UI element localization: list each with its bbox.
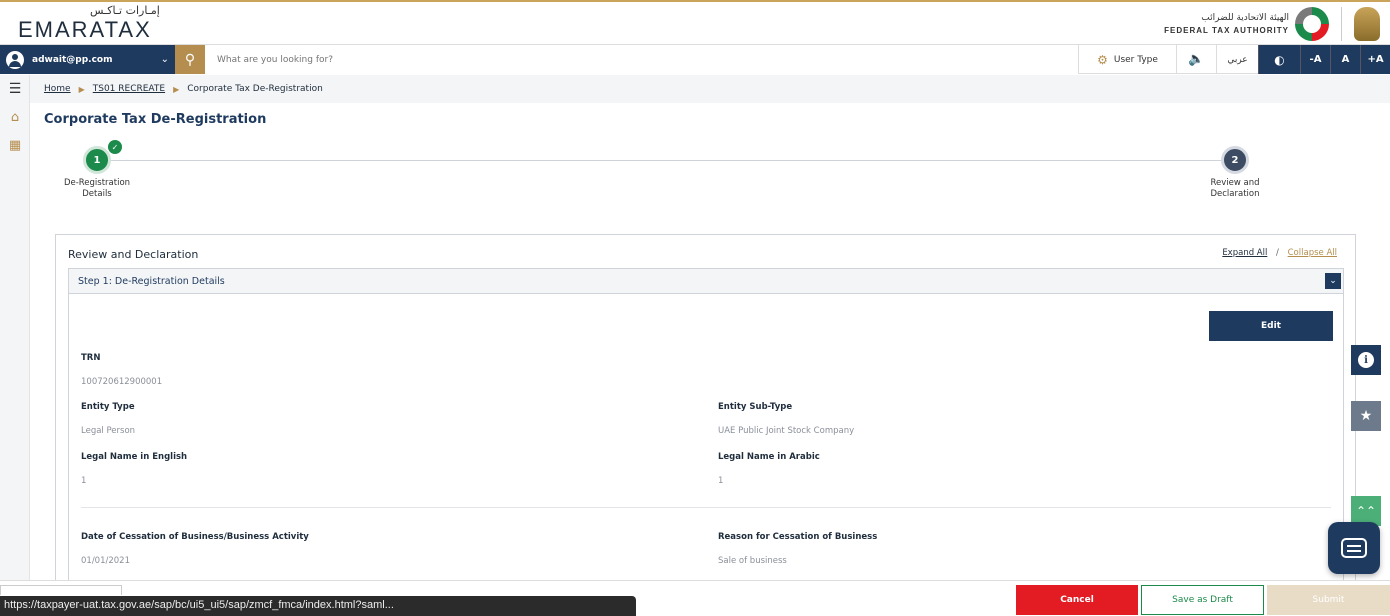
- search-button[interactable]: ⚲: [175, 45, 205, 74]
- home-icon[interactable]: ⌂: [0, 103, 30, 131]
- tool-bar: adwait@pp.com ⌄ ⚲ ⚙ User Type 🔈 عربي ◐ -…: [0, 44, 1390, 74]
- save-as-draft-button[interactable]: Save as Draft: [1141, 585, 1264, 615]
- field-label: Entity Sub-Type: [718, 402, 793, 412]
- uae-emblem-icon: [1354, 7, 1380, 41]
- step-number: 1: [83, 146, 111, 174]
- field-value: 100720612900001: [81, 377, 163, 387]
- font-decrease-button[interactable]: -A: [1300, 45, 1330, 74]
- check-icon: ✓: [108, 140, 122, 154]
- user-type-button[interactable]: ⚙ User Type: [1078, 45, 1176, 74]
- text-to-speech-button[interactable]: 🔈: [1176, 45, 1216, 74]
- links-separator: /: [1276, 248, 1279, 258]
- field-label: Legal Name in English: [81, 452, 188, 462]
- section-body: Edit TRN 100720612900001 Entity Type Leg…: [68, 293, 1344, 585]
- progress-stepper: 1 ✓ De-Registration Details 2 Review and…: [56, 140, 1266, 210]
- apps-grid-icon[interactable]: ▦: [0, 131, 30, 159]
- breadcrumb: Home ▶ TS01 RECREATE ▶ Corporate Tax De-…: [30, 75, 1390, 103]
- breadcrumb-parent[interactable]: TS01 RECREATE: [93, 84, 165, 94]
- chat-icon: [1341, 538, 1367, 558]
- cancel-button[interactable]: Cancel: [1016, 585, 1138, 615]
- fta-branding: الهيئة الاتحادية للضرائب FEDERAL TAX AUT…: [1164, 5, 1380, 43]
- step-label-line: Details: [82, 189, 112, 199]
- logo-arabic: إمـارات تـاكـس: [90, 4, 160, 17]
- step-de-registration-details[interactable]: 1 ✓ De-Registration Details: [52, 140, 142, 200]
- field-label: Legal Name in Arabic: [718, 452, 820, 462]
- field-value: 1: [81, 476, 87, 486]
- font-default-button[interactable]: A: [1330, 45, 1360, 74]
- fta-name-english: FEDERAL TAX AUTHORITY: [1164, 26, 1289, 35]
- browser-status-url: https://taxpayer-uat.tax.gov.ae/sap/bc/u…: [0, 596, 636, 616]
- step-label: Review and Declaration: [1190, 178, 1280, 200]
- field-value: Legal Person: [81, 426, 136, 436]
- section-title: Step 1: De-Registration Details: [78, 275, 225, 287]
- favourite-button[interactable]: ★: [1351, 401, 1381, 431]
- contrast-toggle[interactable]: ◐: [1258, 45, 1300, 74]
- edit-button[interactable]: Edit: [1209, 311, 1333, 341]
- fta-name-arabic: الهيئة الاتحادية للضرائب: [1201, 13, 1289, 23]
- user-type-label: User Type: [1113, 54, 1158, 65]
- field-entity-type: Entity Type Legal Person: [81, 402, 135, 436]
- field-cessation-reason: Reason for Cessation of Business Sale of…: [718, 532, 877, 566]
- stepper-line: [96, 160, 1236, 161]
- review-title: Review and Declaration: [68, 248, 199, 261]
- breadcrumb-current: Corporate Tax De-Registration: [187, 84, 323, 94]
- hamburger-menu-icon[interactable]: ☰: [0, 75, 30, 103]
- double-chevron-up-icon: ⌃⌃: [1355, 504, 1377, 518]
- field-value: Sale of business: [718, 556, 787, 566]
- breadcrumb-home[interactable]: Home: [44, 84, 71, 94]
- search-icon: ⚲: [184, 51, 196, 68]
- left-rail: ☰ ⌂ ▦: [0, 75, 30, 580]
- field-label: Date of Cessation of Business/Business A…: [81, 532, 309, 542]
- review-card: Review and Declaration Expand All / Coll…: [55, 234, 1356, 585]
- user-email: adwait@pp.com: [32, 54, 113, 65]
- step-label-line: De-Registration: [63, 178, 131, 188]
- logo-english: EMARATAX: [18, 17, 152, 42]
- speaker-icon: 🔈: [1188, 52, 1205, 67]
- chevron-down-icon[interactable]: ⌄: [1325, 273, 1341, 289]
- field-entity-sub-type: Entity Sub-Type UAE Public Joint Stock C…: [718, 402, 854, 436]
- font-increase-button[interactable]: +A: [1360, 45, 1390, 74]
- gear-icon: ⚙: [1097, 52, 1108, 67]
- star-icon: ★: [1359, 408, 1373, 424]
- field-trn: TRN 100720612900001: [81, 353, 162, 387]
- language-toggle[interactable]: عربي: [1216, 45, 1258, 74]
- field-label: Entity Type: [81, 402, 135, 412]
- expand-collapse-links: Expand All / Collapse All: [1222, 248, 1337, 258]
- info-button[interactable]: i: [1351, 345, 1381, 375]
- user-icon: [6, 50, 24, 69]
- fta-logo-icon: [1295, 7, 1329, 41]
- brand-bar: إمـارات تـاكـس EMARATAX الهيئة الاتحادية…: [0, 0, 1390, 44]
- field-cessation-date: Date of Cessation of Business/Business A…: [81, 532, 309, 566]
- step-review-and-declaration[interactable]: 2 Review and Declaration: [1190, 146, 1280, 200]
- breadcrumb-arrow-icon: ▶: [173, 84, 180, 94]
- contrast-icon: ◐: [1274, 52, 1285, 67]
- step-label-line: Declaration: [1210, 189, 1260, 199]
- submit-button[interactable]: Submit: [1267, 585, 1390, 615]
- field-value: UAE Public Joint Stock Company: [718, 426, 855, 436]
- chat-button[interactable]: [1328, 522, 1380, 574]
- expand-all-link[interactable]: Expand All: [1222, 248, 1267, 258]
- brand-divider: [1341, 7, 1342, 41]
- breadcrumb-arrow-icon: ▶: [78, 84, 85, 94]
- step-number: 2: [1221, 146, 1249, 174]
- footer-tab: [0, 585, 122, 595]
- search-input[interactable]: [205, 45, 1078, 74]
- field-legal-name-arabic: Legal Name in Arabic 1: [718, 452, 820, 486]
- user-dropdown[interactable]: adwait@pp.com ⌄: [0, 45, 175, 74]
- collapse-all-link[interactable]: Collapse All: [1288, 248, 1337, 258]
- field-value: 1: [718, 476, 724, 486]
- section-divider: [81, 507, 1331, 508]
- step-label-line: Review and: [1210, 178, 1260, 188]
- chevron-down-icon: ⌄: [160, 54, 169, 65]
- page-title: Corporate Tax De-Registration: [44, 112, 267, 127]
- section-header[interactable]: Step 1: De-Registration Details ⌄: [68, 268, 1344, 294]
- step-label: De-Registration Details: [52, 178, 142, 200]
- field-label: Reason for Cessation of Business: [718, 532, 878, 542]
- field-label: TRN: [81, 353, 101, 363]
- info-icon: i: [1358, 352, 1374, 368]
- field-value: 01/01/2021: [81, 556, 130, 566]
- field-legal-name-english: Legal Name in English 1: [81, 452, 187, 486]
